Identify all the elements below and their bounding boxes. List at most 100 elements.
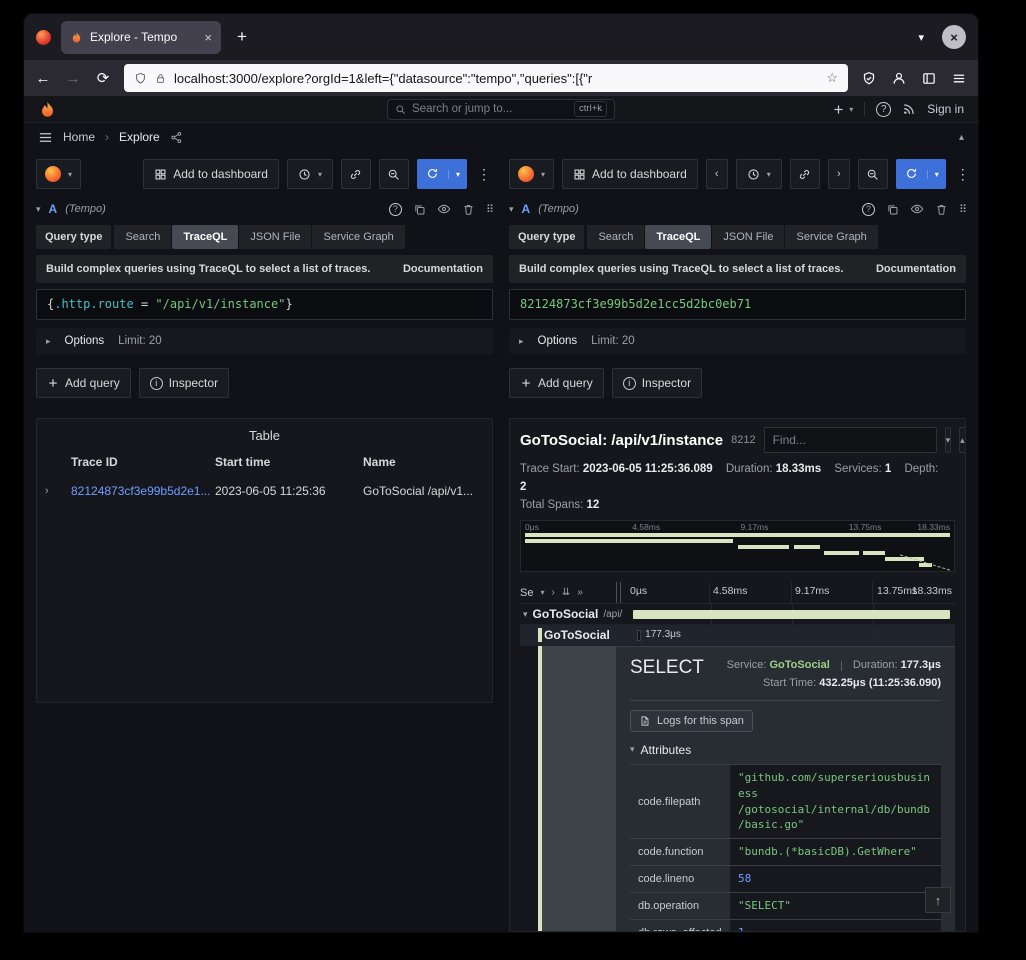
url-bar[interactable]: localhost:3000/explore?orgId=1&left={"da… — [124, 64, 848, 92]
kebab-menu-icon[interactable]: ⋮ — [954, 166, 972, 183]
service-column-header[interactable]: Se — [520, 587, 533, 599]
kebab-menu-icon[interactable]: ⋮ — [475, 166, 493, 183]
tab-search[interactable]: Search — [587, 225, 644, 249]
query-collapse-chevron-icon[interactable]: ▾ — [36, 204, 41, 215]
inspector-button[interactable]: i Inspector — [612, 368, 702, 398]
mega-menu-icon[interactable] — [38, 130, 53, 145]
tab-service-graph[interactable]: Service Graph — [312, 225, 404, 249]
share-icon[interactable] — [170, 131, 183, 144]
shield-icon[interactable] — [134, 72, 147, 85]
datasource-picker[interactable]: ▾ — [509, 159, 554, 189]
tab-close-icon[interactable]: × — [204, 30, 212, 45]
sign-in-link[interactable]: Sign in — [927, 102, 964, 116]
documentation-link[interactable]: Documentation — [876, 263, 956, 275]
run-query-button[interactable]: ▾ — [896, 159, 946, 189]
zoom-out-button[interactable] — [858, 159, 888, 189]
permissions-shield-icon[interactable] — [860, 71, 878, 86]
collapse-chevron-icon[interactable]: ▴ — [959, 132, 964, 143]
collapse-all-icon[interactable]: ⇊ — [562, 587, 570, 598]
span-collapse-chevron-icon[interactable]: ▾ — [523, 609, 528, 620]
hide-query-eye-icon[interactable] — [437, 202, 451, 216]
span-row-root[interactable]: ▾ GoToSocial /api/ — [520, 604, 955, 625]
scroll-to-top-button[interactable]: ↑ — [925, 887, 951, 913]
tab-traceql[interactable]: TraceQL — [172, 225, 238, 249]
attributes-toggle[interactable]: ▾ Attributes — [630, 743, 941, 757]
find-input[interactable] — [764, 427, 937, 453]
news-rss-icon[interactable] — [902, 102, 916, 116]
breadcrumb-home[interactable]: Home — [63, 130, 95, 144]
search-input[interactable]: Search or jump to... ctrl+k — [387, 99, 615, 120]
tab-service-graph[interactable]: Service Graph — [785, 225, 877, 249]
add-to-dashboard-button[interactable]: Add to dashboard — [143, 159, 279, 189]
tab-search[interactable]: Search — [114, 225, 171, 249]
find-next-chevron-icon[interactable]: ▴ — [959, 427, 966, 453]
options-chevron-icon[interactable]: ▸ — [46, 336, 51, 347]
help-button[interactable]: ? — [876, 102, 891, 117]
zoom-out-button[interactable] — [379, 159, 409, 189]
find-prev-chevron-icon[interactable]: ▾ — [945, 427, 952, 453]
tab-json-file[interactable]: JSON File — [712, 225, 784, 249]
expand-all-icon[interactable]: » — [577, 587, 583, 598]
grafana-logo[interactable] — [38, 100, 57, 119]
col-name[interactable]: Name — [363, 455, 484, 469]
chevron-down-icon[interactable]: ▾ — [540, 588, 544, 597]
bookmark-star-icon[interactable]: ☆ — [826, 70, 838, 86]
options-chevron-icon[interactable]: ▸ — [519, 336, 524, 347]
time-shift-forward-button[interactable]: › — [828, 159, 850, 189]
breadcrumb-current[interactable]: Explore — [119, 130, 160, 144]
account-icon[interactable] — [890, 71, 908, 86]
documentation-link[interactable]: Documentation — [403, 263, 483, 275]
table-row[interactable]: › 82124873cf3e99b5d2e1... 2023-06-05 11:… — [37, 479, 492, 503]
delete-query-trash-icon[interactable] — [462, 203, 475, 216]
tab-traceql[interactable]: TraceQL — [645, 225, 711, 249]
list-tabs-chevron-icon[interactable]: ▾ — [910, 31, 932, 44]
inspector-button[interactable]: i Inspector — [139, 368, 229, 398]
col-trace-id[interactable]: Trace ID — [71, 455, 215, 469]
time-shift-back-button[interactable]: ‹ — [706, 159, 728, 189]
trace-id-link[interactable]: 82124873cf3e99b5d2e1... — [71, 484, 215, 498]
row-expander-icon[interactable]: › — [45, 485, 71, 497]
span-bar[interactable] — [637, 630, 641, 641]
hide-query-eye-icon[interactable] — [910, 202, 924, 216]
options-label[interactable]: Options — [65, 335, 105, 347]
col-start-time[interactable]: Start time — [215, 455, 363, 469]
share-shortlink-button[interactable] — [341, 159, 371, 189]
reload-button[interactable]: ⟳ — [94, 69, 112, 87]
drag-handle-icon[interactable]: ⠿ — [959, 203, 966, 216]
browser-tab[interactable]: Explore - Tempo × — [61, 21, 221, 54]
add-query-button[interactable]: Add query — [36, 368, 131, 398]
run-interval-chevron-icon[interactable]: ▾ — [448, 170, 467, 179]
trace-minimap[interactable]: 0μs 4.58ms 9.17ms 13.75ms 18.33ms — [520, 520, 955, 572]
run-query-button[interactable]: ▾ — [417, 159, 467, 189]
traceql-code-editor[interactable]: 82124873cf3e99b5d2e1cc5d2bc0eb71 — [509, 289, 966, 320]
logs-for-span-button[interactable]: Logs for this span — [630, 710, 753, 732]
forward-button[interactable]: → — [64, 70, 82, 87]
add-menu-button[interactable]: ▾ — [832, 103, 853, 116]
column-resize-handle[interactable] — [616, 582, 621, 603]
query-collapse-chevron-icon[interactable]: ▾ — [509, 204, 514, 215]
run-interval-chevron-icon[interactable]: ▾ — [927, 170, 946, 179]
new-tab-button[interactable]: + — [231, 27, 253, 47]
panel-title[interactable]: Table — [37, 419, 492, 455]
drag-handle-icon[interactable]: ⠿ — [486, 203, 493, 216]
options-label[interactable]: Options — [538, 335, 578, 347]
sidebar-icon[interactable] — [920, 71, 938, 86]
tab-json-file[interactable]: JSON File — [239, 225, 311, 249]
duplicate-query-icon[interactable] — [413, 203, 426, 216]
share-shortlink-button[interactable] — [790, 159, 820, 189]
time-picker-button[interactable]: ▾ — [736, 159, 782, 189]
window-close-button[interactable]: × — [942, 25, 966, 49]
traceql-code-editor[interactable]: {.http.route = "/api/v1/instance"} — [36, 289, 493, 320]
span-bar[interactable] — [633, 610, 950, 619]
span-row-selected[interactable]: GoToSocial 177.3μs — [520, 625, 955, 646]
delete-query-trash-icon[interactable] — [935, 203, 948, 216]
query-help-icon[interactable]: ? — [862, 203, 875, 216]
chevron-right-icon[interactable]: › — [551, 587, 554, 598]
duplicate-query-icon[interactable] — [886, 203, 899, 216]
add-to-dashboard-button[interactable]: Add to dashboard — [562, 159, 698, 189]
datasource-picker[interactable]: ▾ — [36, 159, 81, 189]
back-button[interactable]: ← — [34, 70, 52, 87]
time-picker-button[interactable]: ▾ — [287, 159, 333, 189]
menu-icon[interactable] — [950, 71, 968, 86]
add-query-button[interactable]: Add query — [509, 368, 604, 398]
